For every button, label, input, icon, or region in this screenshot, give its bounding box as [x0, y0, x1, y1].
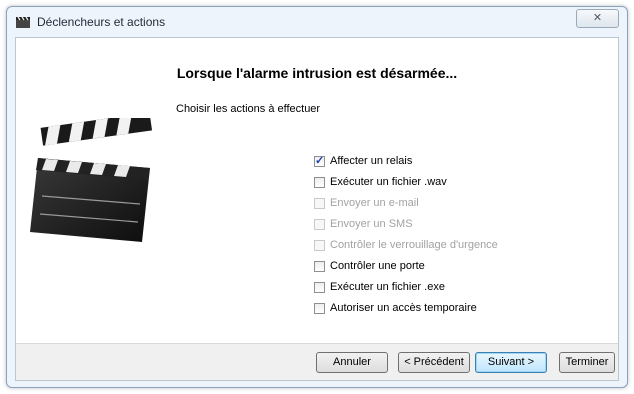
checkbox[interactable]	[314, 177, 325, 188]
option-label: Contrôler une porte	[330, 260, 425, 272]
dialog-window: Déclencheurs et actions ✕ Lorsque l'alar…	[6, 6, 628, 388]
close-button[interactable]: ✕	[576, 9, 619, 28]
checkbox[interactable]	[314, 154, 325, 167]
window-title: Déclencheurs et actions	[37, 15, 166, 29]
title-bar: Déclencheurs et actions ✕	[7, 7, 627, 37]
cancel-button[interactable]: Annuler	[316, 352, 388, 373]
checkbox[interactable]	[314, 198, 325, 209]
option-label: Exécuter un fichier .exe	[330, 281, 445, 293]
option-label: Envoyer un e-mail	[330, 197, 419, 209]
checkbox[interactable]	[314, 282, 325, 293]
button-bar: Annuler < Précédent Suivant > Terminer	[16, 343, 618, 380]
clapperboard-icon	[16, 16, 30, 28]
page-subtitle: Choisir les actions à effectuer	[176, 103, 321, 115]
next-button[interactable]: Suivant >	[475, 352, 547, 373]
option-label: Envoyer un SMS	[330, 218, 413, 230]
checkbox[interactable]	[314, 261, 325, 272]
checkbox[interactable]	[314, 219, 325, 230]
previous-button[interactable]: < Précédent	[398, 352, 470, 373]
option-label: Exécuter un fichier .wav	[330, 176, 447, 188]
dialog-content: Lorsque l'alarme intrusion est désarmée.…	[15, 37, 619, 381]
finish-button[interactable]: Terminer	[559, 352, 615, 373]
checkbox[interactable]	[314, 303, 325, 314]
option-label: Affecter un relais	[330, 155, 413, 167]
checkbox[interactable]	[314, 240, 325, 251]
option-label: Autoriser un accès temporaire	[330, 302, 477, 314]
page-heading: Lorsque l'alarme intrusion est désarmée.…	[176, 65, 458, 81]
clapperboard-icon	[30, 118, 153, 242]
option-label: Contrôler le verrouillage d'urgence	[330, 239, 498, 251]
